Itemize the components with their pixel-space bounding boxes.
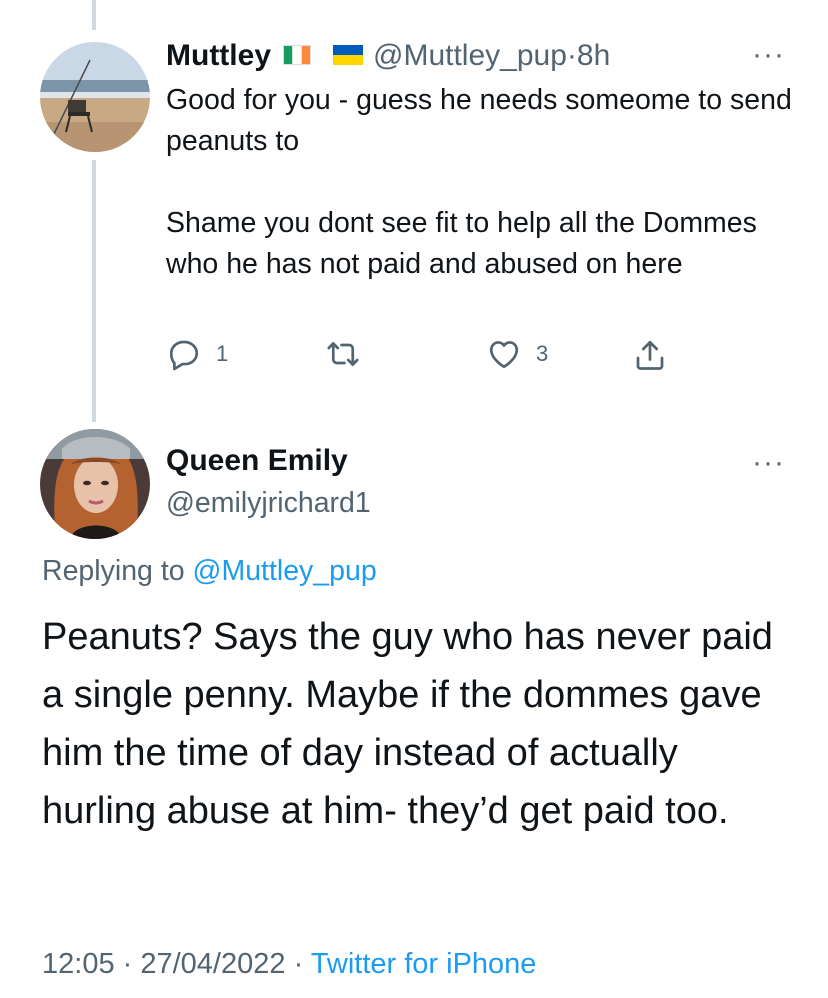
meta-separator: · [285, 948, 311, 980]
tweet-date[interactable]: 27/04/2022 [140, 948, 285, 980]
ukraine-flag-icon [333, 39, 363, 73]
like-button[interactable]: 3 [486, 336, 548, 372]
main-tweet-text: Peanuts? Says the guy who has never paid… [42, 616, 773, 832]
display-name[interactable]: Queen Emily [166, 444, 348, 478]
avatar-queen-emily[interactable] [40, 429, 150, 539]
ireland-flag-icon [283, 39, 311, 73]
reply-tweet-header: Muttley @Muttley_pup · 8h [166, 36, 610, 76]
retweet-button[interactable] [324, 336, 376, 372]
avatar-muttley[interactable] [40, 42, 150, 152]
heart-icon [489, 341, 519, 369]
beach-chair-photo [40, 42, 150, 152]
more-options-icon[interactable]: ··· [752, 38, 785, 72]
tweet-actions: 1 3 [166, 336, 726, 382]
more-options-icon[interactable]: ··· [752, 446, 785, 480]
reply-count: 1 [216, 341, 229, 366]
separator: · [566, 39, 577, 72]
handle[interactable]: @emilyjrichard1 [166, 487, 371, 520]
profile-photo [40, 429, 150, 539]
replying-prefix: Replying to [42, 555, 193, 587]
time-ago[interactable]: 8h [577, 39, 610, 73]
handle[interactable]: @Muttley_pup [373, 39, 567, 73]
thread-connector-top [92, 0, 96, 30]
tweet-source-link[interactable]: Twitter for iPhone [311, 948, 537, 980]
share-button[interactable] [632, 336, 668, 374]
display-name[interactable]: Muttley [166, 39, 271, 73]
replying-to: Replying to @Muttley_pup [42, 555, 377, 588]
thread-connector [92, 160, 96, 422]
tweet-time[interactable]: 12:05 [42, 948, 115, 980]
like-count: 3 [536, 341, 549, 366]
tweet-meta: 12:05 · 27/04/2022 · Twitter for iPhone [42, 948, 536, 981]
reply-icon [169, 340, 199, 371]
replying-to-link[interactable]: @Muttley_pup [193, 555, 377, 587]
share-icon [636, 340, 664, 370]
reply-tweet-text: Good for you - guess he needs someome to… [166, 84, 792, 280]
retweet-icon [327, 342, 359, 366]
reply-button[interactable]: 1 [166, 336, 228, 372]
meta-separator: · [114, 948, 141, 980]
